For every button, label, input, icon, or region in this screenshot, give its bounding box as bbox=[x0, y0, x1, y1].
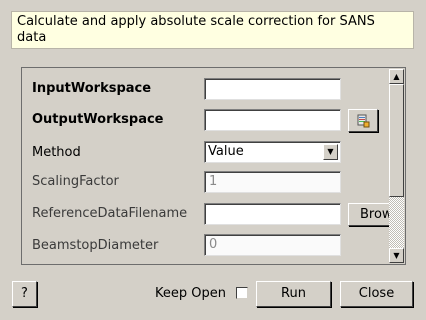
chevron-down-icon[interactable]: ▼ bbox=[323, 144, 338, 160]
beamstop-diameter-label: BeamstopDiameter bbox=[32, 238, 159, 253]
properties-panel: InputWorkspace OutputWorkspace Method Va… bbox=[21, 67, 406, 265]
method-select[interactable]: Value ▼ bbox=[204, 141, 341, 163]
method-label: Method bbox=[32, 145, 81, 160]
keep-open-label: Keep Open bbox=[155, 286, 226, 301]
scroll-up-icon[interactable]: ▲ bbox=[389, 69, 404, 84]
scaling-factor-field[interactable]: 1 bbox=[204, 171, 341, 193]
reference-data-filename-field[interactable] bbox=[204, 203, 341, 225]
run-button[interactable]: Run bbox=[256, 281, 331, 307]
workspace-picker-icon bbox=[357, 114, 370, 128]
scroll-down-icon[interactable]: ▼ bbox=[389, 248, 404, 263]
workspace-picker-button[interactable] bbox=[348, 109, 378, 132]
method-select-value: Value bbox=[208, 144, 244, 159]
input-workspace-label: InputWorkspace bbox=[32, 81, 152, 96]
algorithm-dialog: { "description": "Calculate and apply ab… bbox=[0, 0, 426, 320]
scaling-factor-label: ScalingFactor bbox=[32, 174, 119, 189]
help-button[interactable]: ? bbox=[12, 281, 37, 307]
output-workspace-label: OutputWorkspace bbox=[32, 112, 164, 127]
keep-open-checkbox[interactable] bbox=[236, 287, 248, 299]
output-workspace-field[interactable] bbox=[204, 109, 341, 131]
input-workspace-field[interactable] bbox=[204, 78, 341, 100]
vertical-scrollbar[interactable]: ▲ ▼ bbox=[389, 69, 404, 263]
reference-data-filename-label: ReferenceDataFilename bbox=[32, 206, 188, 221]
scrollbar-thumb[interactable] bbox=[389, 84, 404, 197]
algorithm-description: Calculate and apply absolute scale corre… bbox=[11, 11, 414, 49]
close-button[interactable]: Close bbox=[340, 281, 413, 307]
scrollbar-track[interactable] bbox=[389, 197, 404, 248]
beamstop-diameter-field[interactable]: 0 bbox=[204, 234, 341, 256]
